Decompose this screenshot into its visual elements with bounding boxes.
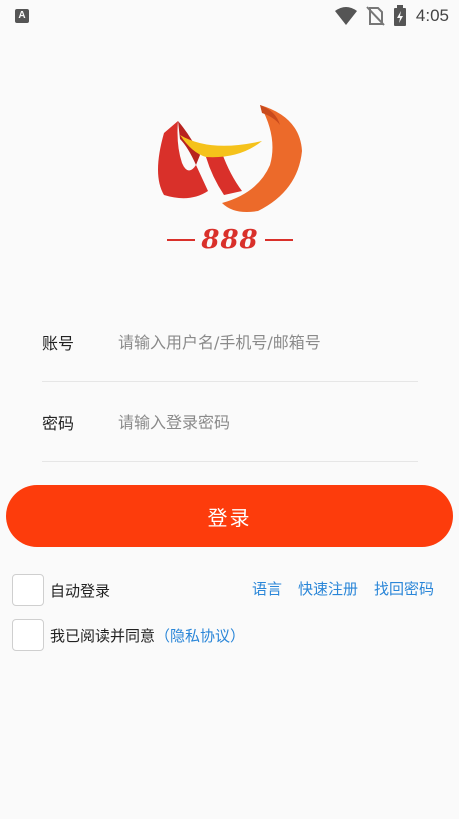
auto-login-label: 自动登录 — [50, 582, 111, 600]
password-label: 密码 — [42, 414, 75, 433]
logo-left-line — [167, 239, 196, 241]
wifi-icon — [334, 7, 357, 25]
account-label: 账号 — [42, 334, 75, 353]
status-time: 4:05 — [415, 6, 449, 25]
logo-right-line — [264, 239, 293, 241]
logo-text: 888 — [150, 225, 310, 255]
notification-icon: A — [15, 9, 29, 23]
no-sim-icon — [366, 6, 385, 26]
logo-w-icon — [158, 105, 302, 212]
battery-charging-icon — [393, 5, 406, 26]
auto-login-checkbox[interactable] — [12, 574, 44, 606]
quick-register-link[interactable]: 快速注册 — [298, 578, 358, 599]
login-button[interactable]: 登录 — [6, 485, 453, 547]
app-logo: 888 — [150, 95, 310, 260]
option-links: 语言 快速注册 找回密码 — [252, 578, 434, 599]
agree-label: 我已阅读并同意（隐私协议） — [50, 625, 245, 646]
agree-text: 我已阅读并同意 — [50, 627, 156, 645]
status-bar: A 4:05 — [0, 0, 459, 32]
password-field: 密码 — [42, 382, 418, 462]
account-field: 账号 — [42, 302, 418, 382]
logo-number: 888 — [201, 225, 259, 255]
recover-password-link[interactable]: 找回密码 — [374, 578, 434, 599]
agree-checkbox[interactable] — [12, 619, 44, 651]
password-input[interactable] — [118, 402, 418, 442]
language-link[interactable]: 语言 — [252, 578, 282, 599]
privacy-link[interactable]: （隐私协议） — [155, 627, 245, 645]
account-input[interactable] — [118, 322, 418, 362]
status-icons: 4:05 — [334, 5, 449, 27]
